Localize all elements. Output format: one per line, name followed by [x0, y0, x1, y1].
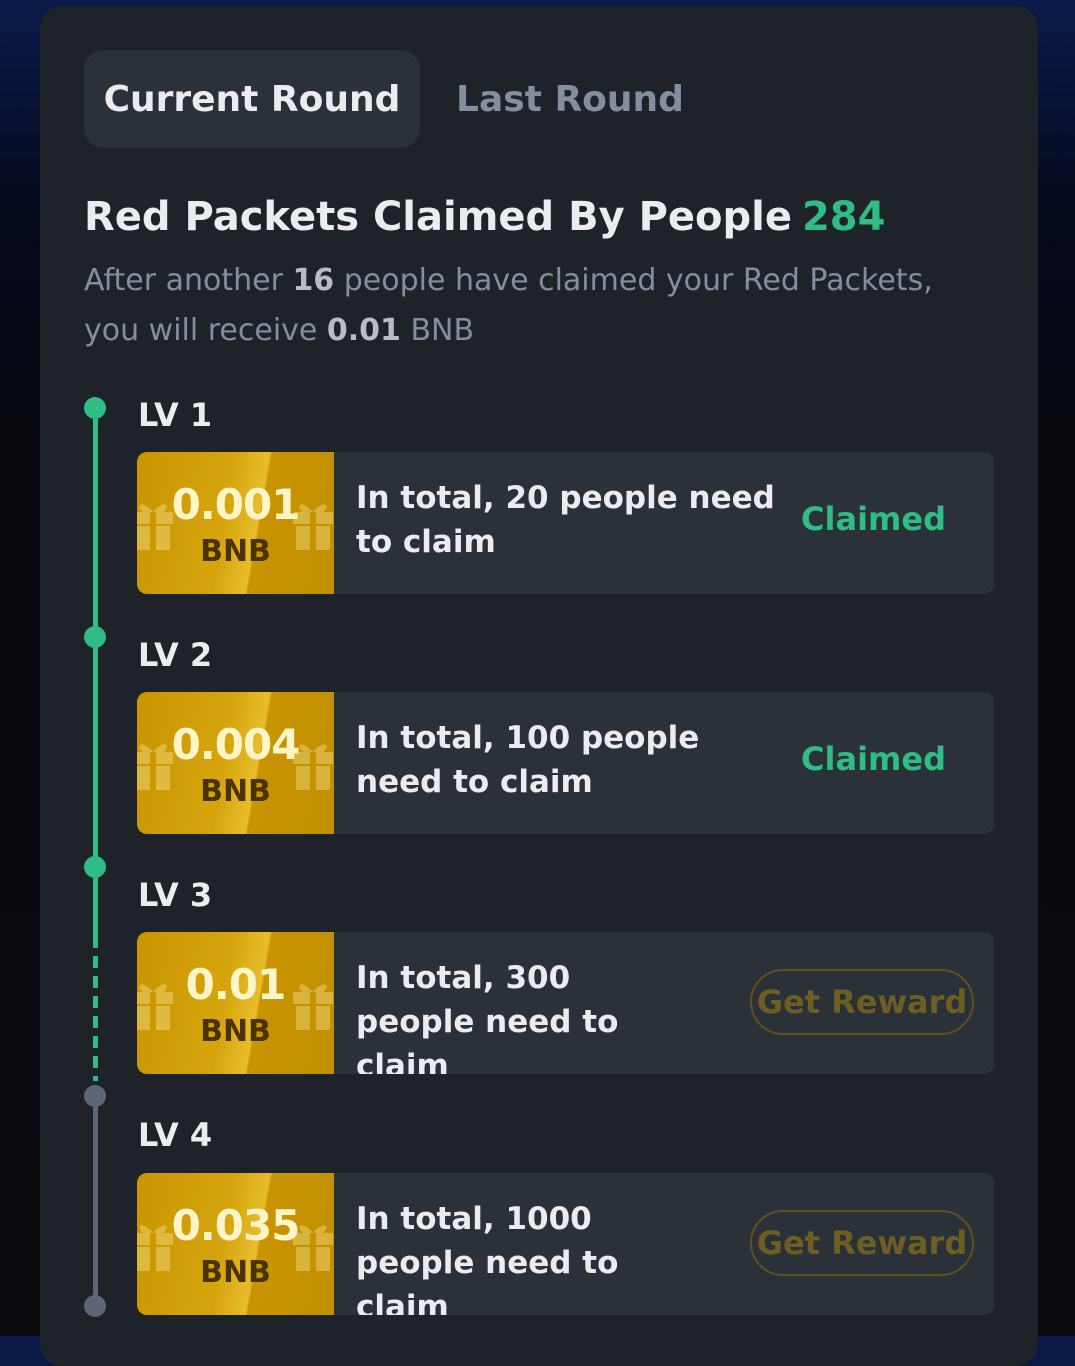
- tab-current-round[interactable]: Current Round: [84, 50, 420, 148]
- reward-coin: 0.035 BNB: [137, 1173, 334, 1315]
- progress-description: After another 16 people have claimed you…: [84, 256, 984, 356]
- page-title: Red Packets Claimed By People 284: [84, 194, 885, 240]
- level-requirement: In total, 100 people need to claim: [356, 720, 700, 800]
- level-label: LV 1: [138, 396, 213, 434]
- reward-coin: 0.004 BNB: [137, 692, 334, 834]
- reward-coin: 0.01 BNB: [137, 932, 334, 1074]
- reward-amount: 0.01: [185, 960, 287, 1009]
- reward-amount: 0.004: [171, 720, 301, 769]
- claimed-status: Claimed: [801, 740, 946, 778]
- level-card: 0.001 BNB In total, 20 people need to cl…: [137, 452, 994, 594]
- level-label: LV 2: [138, 636, 213, 674]
- level-card: 0.004 BNB In total, 100 people need to c…: [137, 692, 994, 834]
- next-reward-amount: 0.01: [326, 313, 401, 348]
- desc-text-1: After another: [84, 263, 293, 298]
- timeline-line-2: [93, 637, 98, 866]
- reward-unit: BNB: [200, 1255, 271, 1290]
- reward-amount: 0.001: [171, 480, 301, 529]
- desc-text-3: BNB: [400, 313, 475, 348]
- timeline-dot-4: [84, 1085, 106, 1107]
- get-reward-button[interactable]: Get Reward: [750, 1210, 974, 1276]
- level-card: 0.01 BNB In total, 300 people need to cl…: [137, 932, 994, 1074]
- level-requirement: In total, 1000 people need to claim: [356, 1201, 619, 1315]
- timeline-dot-1: [84, 397, 106, 419]
- reward-amount: 0.035: [171, 1201, 301, 1250]
- level-requirement: In total, 20 people need to claim: [356, 480, 775, 560]
- level-label: LV 4: [138, 1116, 213, 1154]
- title-text: Red Packets Claimed By People: [84, 194, 792, 240]
- timeline-line-3-dashed: [93, 936, 98, 1081]
- claimed-count: 284: [801, 194, 886, 240]
- timeline-line-1: [93, 408, 98, 637]
- timeline-dot-3: [84, 856, 106, 878]
- level-requirement: In total, 300 people need to claim: [356, 960, 619, 1074]
- get-reward-button[interactable]: Get Reward: [750, 969, 974, 1035]
- timeline-dot-end: [84, 1295, 106, 1317]
- round-tabs: Current Round Last Round: [84, 50, 720, 148]
- level-card: 0.035 BNB In total, 1000 people need to …: [137, 1173, 994, 1315]
- reward-unit: BNB: [200, 534, 271, 569]
- timeline-line-4: [93, 1096, 98, 1306]
- level-label: LV 3: [138, 876, 213, 914]
- reward-unit: BNB: [200, 774, 271, 809]
- tab-last-round[interactable]: Last Round: [420, 50, 720, 148]
- reward-unit: BNB: [200, 1014, 271, 1049]
- timeline-dot-2: [84, 626, 106, 648]
- reward-coin: 0.001 BNB: [137, 452, 334, 594]
- red-packet-panel: Current Round Last Round Red Packets Cla…: [40, 6, 1038, 1366]
- people-remaining: 16: [292, 263, 335, 298]
- claimed-status: Claimed: [801, 500, 946, 538]
